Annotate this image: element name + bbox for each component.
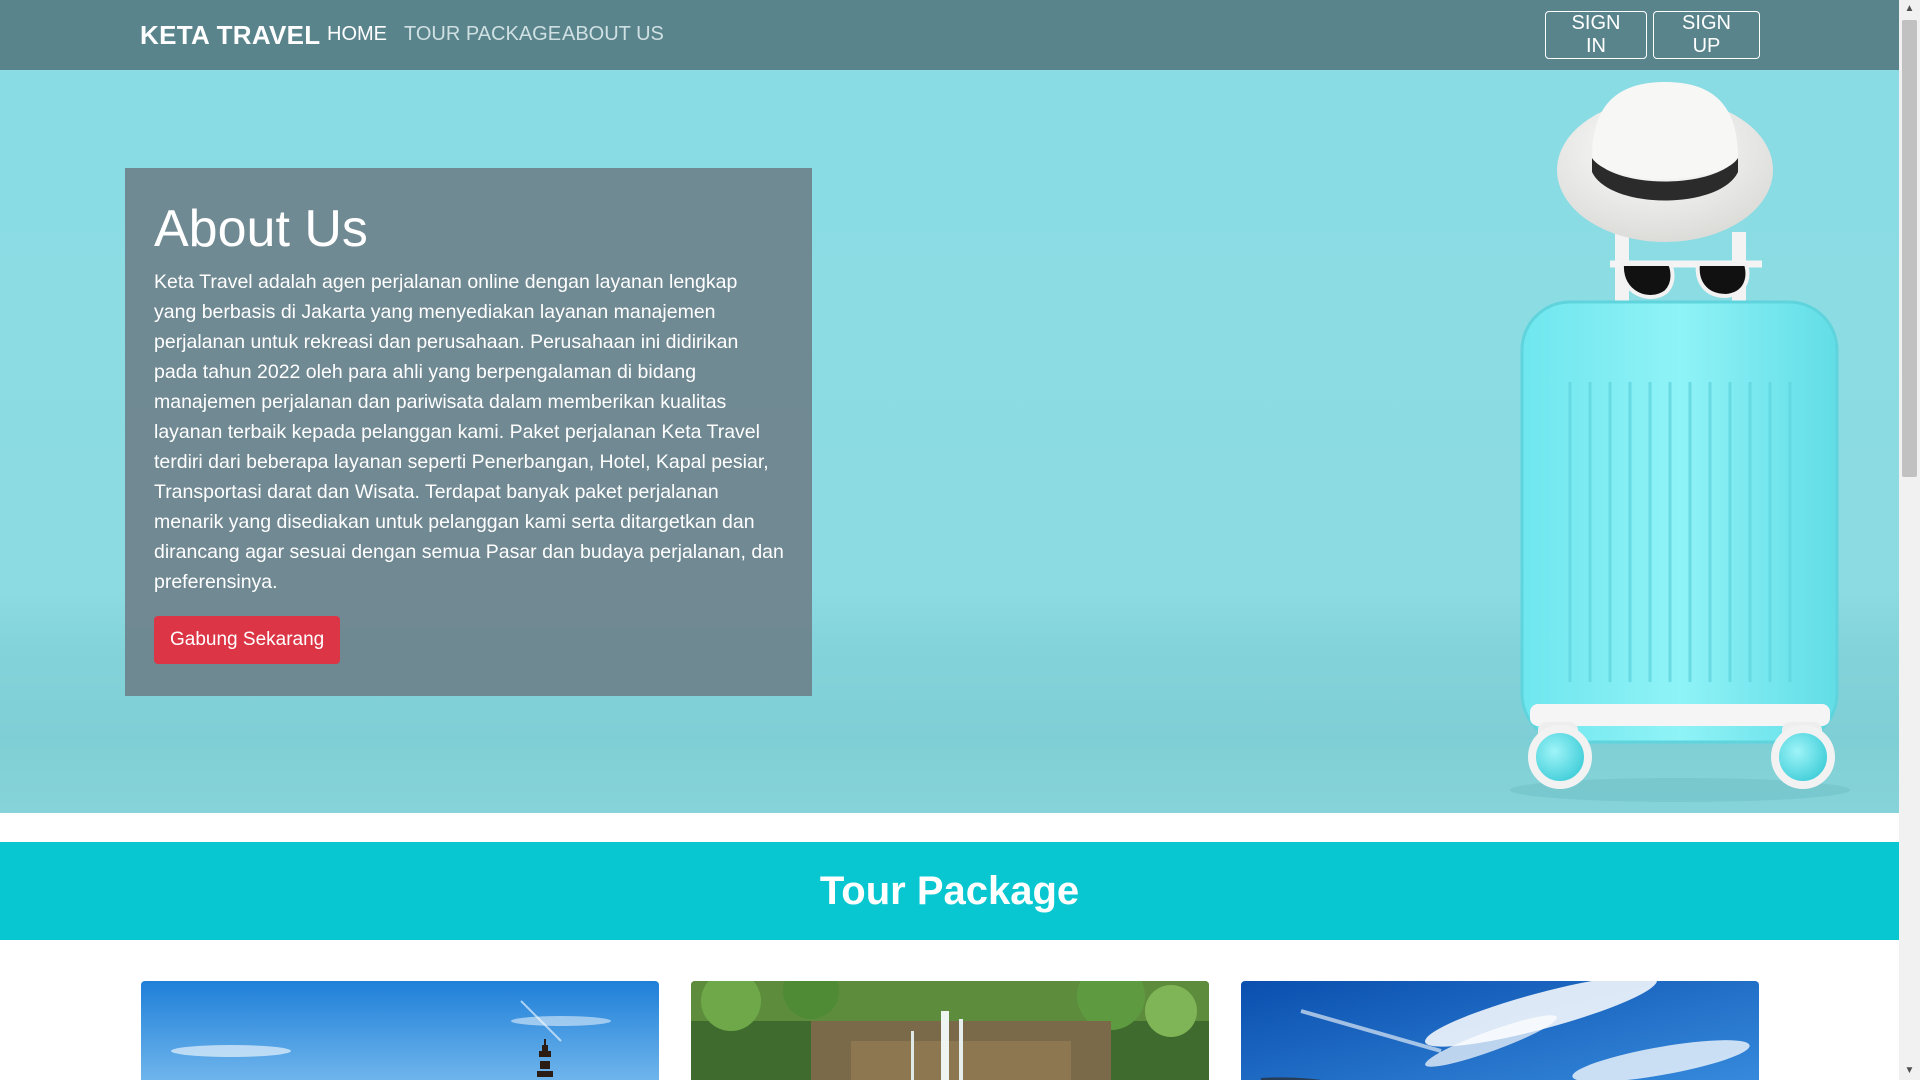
sign-up-button[interactable]: SIGN UP xyxy=(1653,11,1760,59)
brand-logo[interactable]: KETA TRAVEL xyxy=(140,20,320,51)
triangle-up-icon[interactable]: ▲ xyxy=(1899,0,1920,18)
nav-home[interactable]: HOME xyxy=(327,23,387,46)
temple-photo xyxy=(141,981,659,1080)
tour-card-image-3[interactable] xyxy=(1241,981,1759,1080)
tour-package-title: Tour Package xyxy=(819,868,1080,913)
hero-section: About Us Keta Travel adalah agen perjala… xyxy=(0,70,1899,813)
about-us-panel: About Us Keta Travel adalah agen perjala… xyxy=(125,168,812,696)
page: KETA TRAVEL HOME TOUR PACKAGE ABOUT US S… xyxy=(0,0,1899,1080)
about-us-text: Keta Travel adalah agen perjalanan onlin… xyxy=(154,271,784,593)
scrollbar[interactable]: ▲ ▼ xyxy=(1899,0,1920,1080)
tour-card-image-2[interactable] xyxy=(691,981,1209,1080)
join-now-button[interactable]: Gabung Sekarang xyxy=(154,616,341,664)
nav-tour-package[interactable]: TOUR PACKAGE xyxy=(404,23,561,46)
navbar: KETA TRAVEL HOME TOUR PACKAGE ABOUT US S… xyxy=(0,0,1899,70)
sky-photo xyxy=(1241,981,1759,1080)
suitcase-illustration xyxy=(1510,82,1850,802)
triangle-down-icon[interactable]: ▼ xyxy=(1899,1062,1920,1080)
sign-in-button[interactable]: SIGN IN xyxy=(1545,11,1647,59)
tour-package-header: Tour Package xyxy=(0,842,1899,940)
nav-about-us[interactable]: ABOUT US xyxy=(562,23,664,46)
waterfall-photo xyxy=(691,981,1209,1080)
about-us-title: About Us xyxy=(154,200,368,258)
scrollbar-thumb[interactable] xyxy=(1902,20,1917,477)
tour-card-image-1[interactable] xyxy=(141,981,659,1080)
